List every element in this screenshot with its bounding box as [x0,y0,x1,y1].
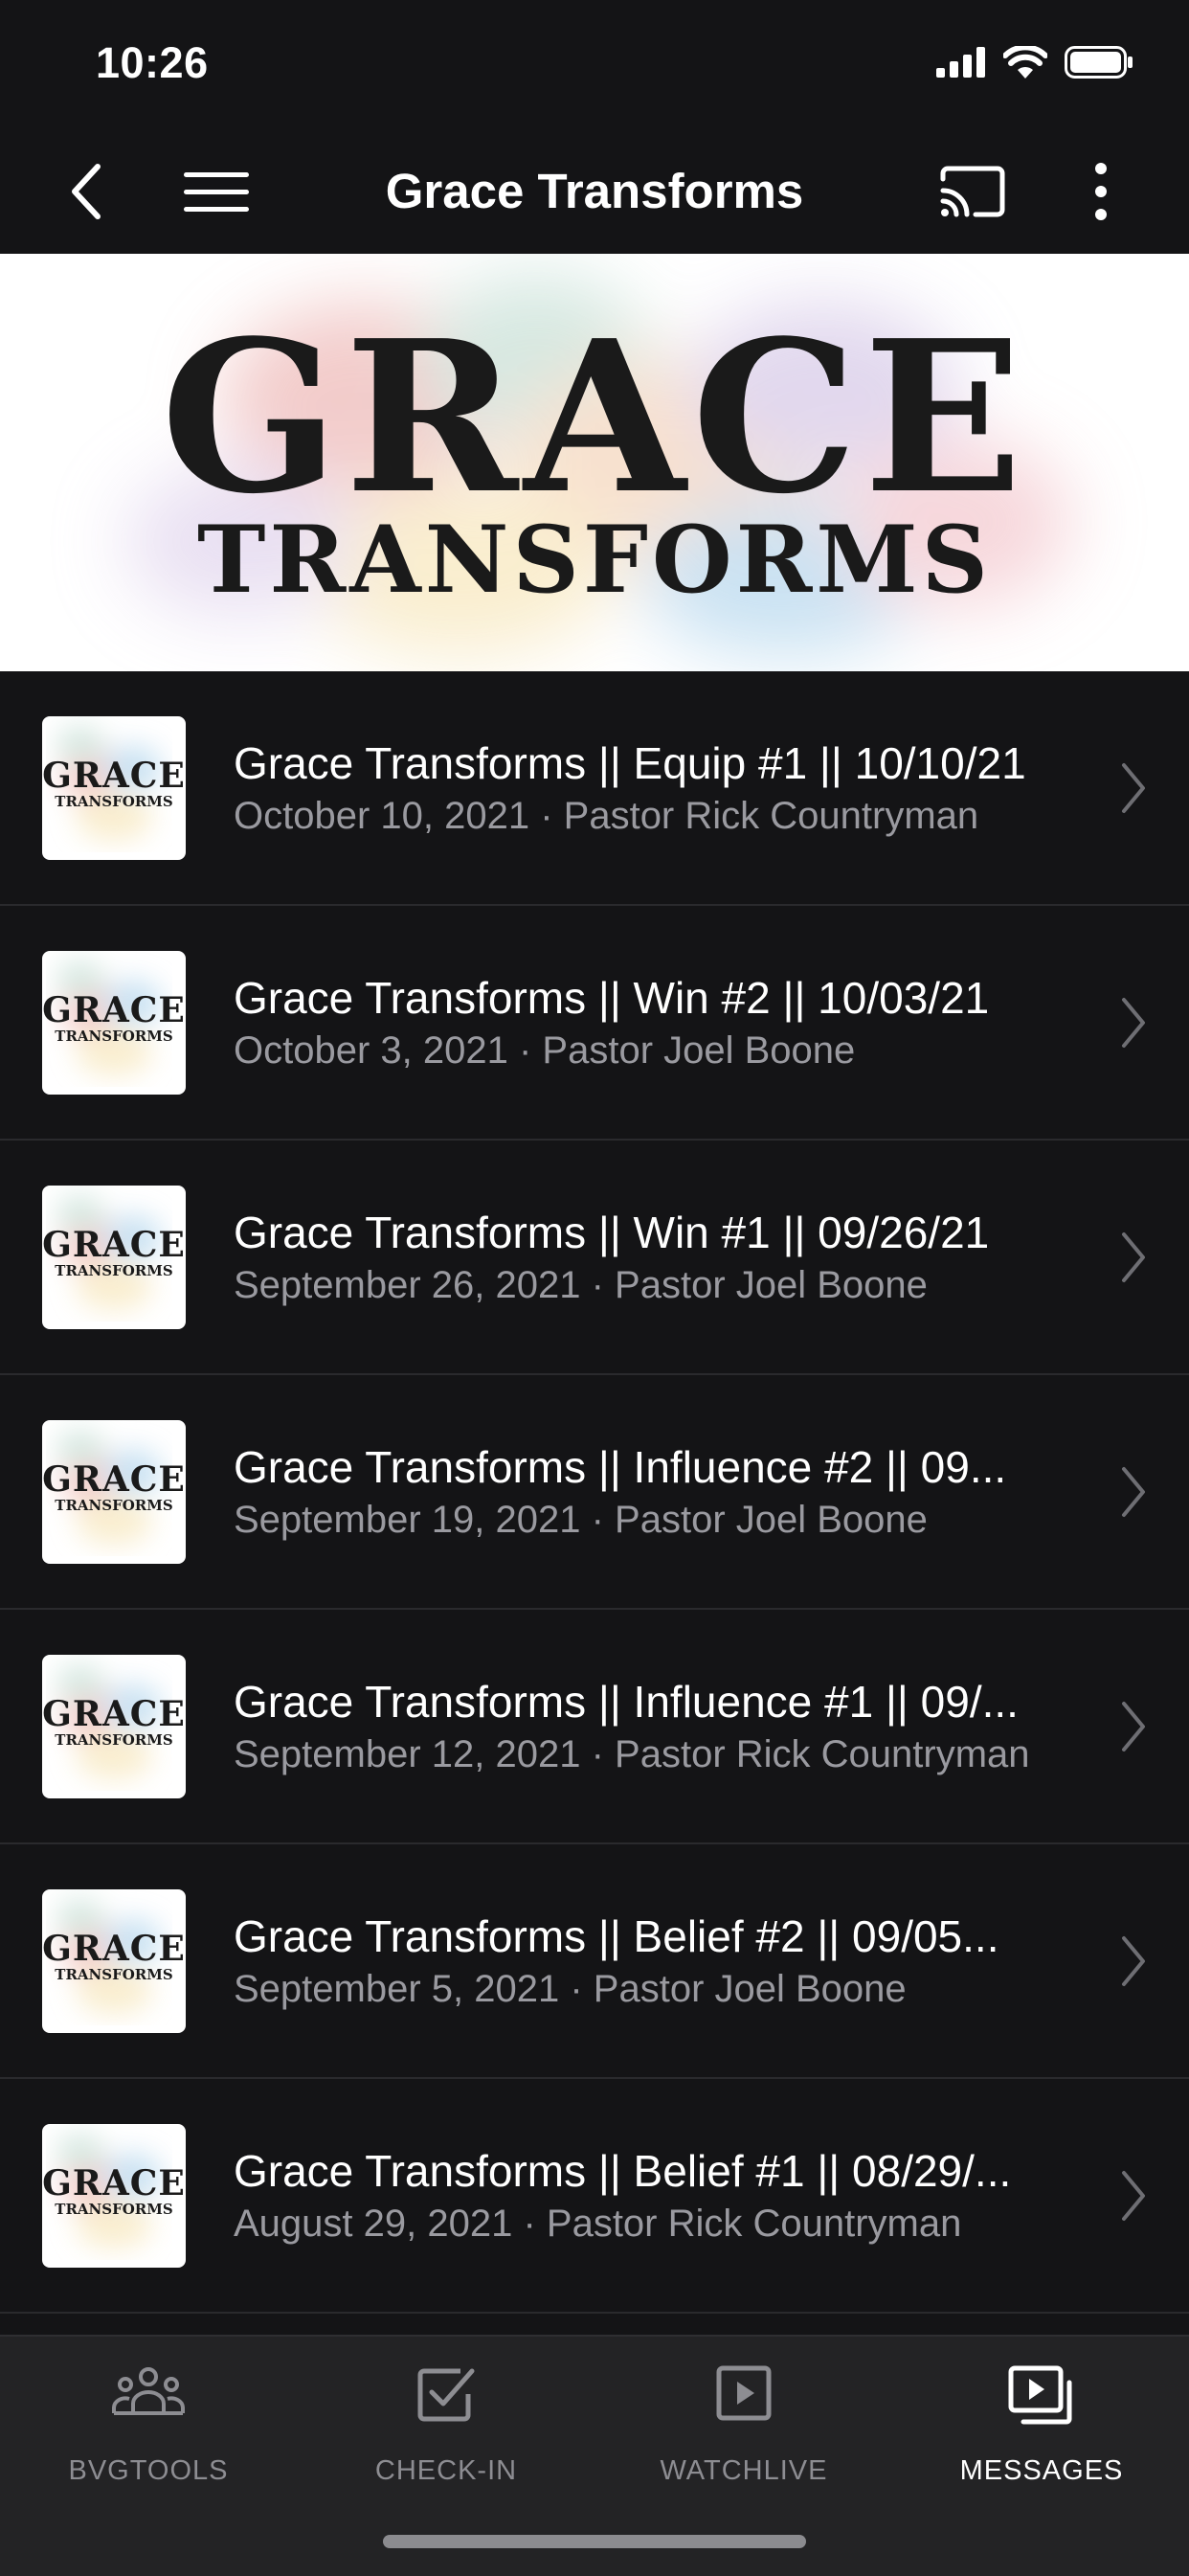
tab-label: BVGTOOLS [68,2455,229,2486]
thumb-title-transforms: TRANSFORMS [55,2200,173,2218]
tab-bvgtools[interactable]: BVGTOOLS [0,2337,297,2509]
thumb-title-grace: GRACE [42,1928,186,1969]
tab-watchlive[interactable]: WATCHLIVE [595,2337,892,2509]
chevron-right-icon [1122,1935,1145,1986]
message-title: Grace Transforms || Influence #2 || 09..… [234,1441,1007,1492]
message-text: Grace Transforms || Win #1 || 09/26/21 Se… [234,1206,1084,1309]
thumb-title-grace: GRACE [42,755,186,796]
tab-label: MESSAGES [959,2455,1124,2486]
message-row[interactable]: GRACE TRANSFORMS Grace Transforms || Belie… [0,1844,1189,2079]
tab-check-in[interactable]: CHECK-IN [298,2337,594,2509]
more-options-button[interactable] [1072,129,1130,254]
thumb-title-transforms: TRANSFORMS [55,1261,173,1279]
message-text: Grace Transforms || Influence #1 || 09/.… [234,1675,1084,1778]
thumb-title-transforms: TRANSFORMS [55,1027,173,1045]
message-title: Grace Transforms || Win #1 || 09/26/21 [234,1207,990,1257]
message-thumbnail: GRACE TRANSFORMS [42,2123,186,2268]
chevron-left-icon [72,164,101,219]
message-thumbnail: GRACE TRANSFORMS [42,1888,186,2033]
thumb-title-grace: GRACE [42,2162,186,2203]
hamburger-icon [184,172,249,212]
wifi-icon [1003,46,1047,79]
message-row[interactable]: GRACE TRANSFORMS Grace Transforms || Equip… [0,671,1189,906]
status-time: 10:26 [96,38,209,87]
play-icon [716,2365,772,2421]
message-title: Grace Transforms || Win #2 || 10/03/21 [234,972,990,1023]
menu-button[interactable] [180,129,253,254]
home-indicator[interactable] [383,2535,806,2548]
checkbox-icon [417,2368,475,2422]
message-row[interactable]: GRACE TRANSFORMS Grace Transforms || Influ… [0,1610,1189,1844]
banner-title-transforms: TRANSFORMS [197,506,992,614]
message-row[interactable]: GRACE TRANSFORMS Grace Transforms || Win #… [0,1141,1189,1375]
message-thumbnail: GRACE TRANSFORMS [42,950,186,1095]
chevron-right-icon [1122,2170,1145,2221]
message-subtitle: September 12, 2021 · Pastor Rick Country… [234,1732,1030,1775]
more-vertical-icon [1095,163,1107,220]
message-subtitle: October 3, 2021 · Pastor Joel Boone [234,1028,856,1072]
message-thumbnail: GRACE TRANSFORMS [42,1185,186,1329]
thumb-title-transforms: TRANSFORMS [55,1965,173,1983]
tab-label: WATCHLIVE [660,2455,828,2486]
battery-icon [1065,46,1133,79]
chevron-right-icon [1122,762,1145,813]
message-text: Grace Transforms || Belief #2 || 09/05..… [234,1909,1084,2013]
message-title: Grace Transforms || Belief #1 || 08/29/.… [234,2145,1012,2196]
message-thumbnail: GRACE TRANSFORMS [42,715,186,860]
status-bar: 10:26 [0,0,1189,129]
message-subtitle: September 5, 2021 · Pastor Joel Boone [234,1967,907,2010]
message-text: Grace Transforms || Equip #1 || 10/10/21… [234,736,1084,840]
message-thumbnail: GRACE TRANSFORMS [42,1419,186,1564]
message-row[interactable]: GRACE TRANSFORMS Grace Transforms || Influ… [0,1375,1189,1610]
thumb-title-grace: GRACE [42,1458,186,1500]
message-thumbnail: GRACE TRANSFORMS [42,1654,186,1798]
banner-title-grace: GRACE [160,295,1029,540]
messages-icon [1008,2365,1072,2425]
message-row[interactable]: GRACE TRANSFORMS Grace Transforms || Belie… [0,2079,1189,2314]
cast-icon [940,166,1005,217]
chevron-right-icon [1122,1466,1145,1517]
message-text: Grace Transforms || Belief #1 || 08/29/.… [234,2144,1084,2248]
thumb-title-grace: GRACE [42,1693,186,1734]
tab-label: CHECK-IN [374,2455,518,2486]
message-subtitle: September 26, 2021 · Pastor Joel Boone [234,1263,928,1306]
message-subtitle: September 19, 2021 · Pastor Joel Boone [234,1498,928,1541]
chevron-right-icon [1122,1701,1145,1751]
message-text: Grace Transforms || Influence #2 || 09..… [234,1440,1084,1544]
status-icons [936,46,1133,79]
message-subtitle: October 10, 2021 · Pastor Rick Countryma… [234,794,979,837]
message-text: Grace Transforms || Win #2 || 10/03/21 Oc… [234,971,1084,1074]
thumb-title-transforms: TRANSFORMS [55,1730,173,1749]
thumb-title-grace: GRACE [42,1224,186,1265]
series-banner: GRACE TRANSFORMS [0,254,1189,671]
thumb-title-grace: GRACE [42,989,186,1030]
thumb-title-transforms: TRANSFORMS [55,1496,173,1514]
thumb-title-transforms: TRANSFORMS [55,792,173,810]
signal-icon [936,47,985,78]
tab-messages[interactable]: MESSAGES [893,2337,1189,2509]
message-title: Grace Transforms || Influence #1 || 09/.… [234,1676,1019,1727]
people-icon [112,2367,185,2415]
back-button[interactable] [57,129,115,254]
chevron-right-icon [1122,1232,1145,1282]
chevron-right-icon [1122,997,1145,1048]
cast-button[interactable] [934,129,1011,254]
message-title: Grace Transforms || Equip #1 || 10/10/21 [234,737,1026,788]
message-subtitle: August 29, 2021 · Pastor Rick Countryman [234,2202,962,2245]
message-list: GRACE TRANSFORMS Grace Transforms || Equip… [0,671,1189,2314]
message-title: Grace Transforms || Belief #2 || 09/05..… [234,1910,999,1961]
message-row[interactable]: GRACE TRANSFORMS Grace Transforms || Win #… [0,906,1189,1141]
nav-bar: Grace Transforms [0,129,1189,254]
